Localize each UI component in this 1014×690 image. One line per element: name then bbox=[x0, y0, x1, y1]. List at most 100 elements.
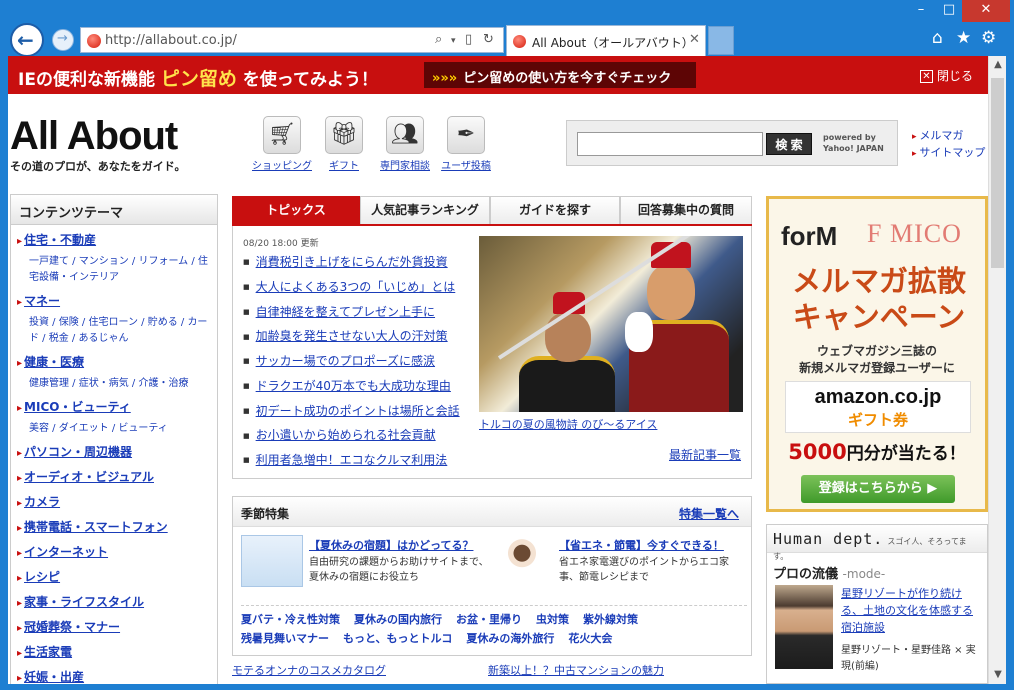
seasonal-link[interactable]: 夏休みの海外旅行 bbox=[466, 632, 554, 645]
subcategory-link[interactable]: 介護・治療 bbox=[138, 378, 188, 389]
category-link[interactable]: MICO・ビューティ bbox=[17, 399, 211, 417]
subcategory-link[interactable]: ダイエット bbox=[59, 423, 109, 434]
topic-link[interactable]: 消費税引き上げをにらんだ外貨投資 bbox=[243, 250, 460, 275]
feature-caption[interactable]: トルコの夏の風物詩 のび～るアイス bbox=[479, 416, 657, 432]
latest-articles-link[interactable]: 最新記事一覧 bbox=[669, 446, 741, 463]
seasonal-item[interactable]: 【夏休みの宿題】はかどってる？ 自由研究の課題からお助けサイトまで、夏休みの宿題… bbox=[241, 535, 491, 589]
subcategory-link[interactable]: 美容 bbox=[29, 423, 49, 434]
search-icon[interactable]: ⌕ bbox=[435, 32, 442, 47]
scroll-up-icon[interactable]: ▲ bbox=[989, 56, 1007, 74]
tab-open-questions[interactable]: 回答募集中の質問 bbox=[620, 196, 752, 224]
category-link[interactable]: マネー bbox=[17, 293, 211, 311]
subcategory-link[interactable]: マンション bbox=[79, 256, 129, 267]
category-link[interactable]: 携帯電話・スマートフォン bbox=[17, 519, 211, 537]
topic-link[interactable]: 大人によくある3つの「いじめ」とは bbox=[243, 275, 460, 300]
new-tab-button[interactable] bbox=[708, 26, 734, 55]
seasonal-link[interactable]: 花火大会 bbox=[568, 632, 612, 645]
refresh-icon[interactable]: ↻ bbox=[483, 32, 494, 47]
topics-panel: 08/20 18:00 更新 消費税引き上げをにらんだ外貨投資大人によくある3つ… bbox=[232, 226, 752, 479]
gear-icon[interactable]: ⚙ bbox=[981, 28, 996, 48]
dropdown-icon[interactable]: ▾ bbox=[451, 36, 456, 46]
register-button[interactable]: 登録はこちらから ▶ bbox=[801, 475, 955, 503]
browser-tab[interactable]: All About（オールアバウト） ✕ bbox=[506, 25, 706, 56]
article-link[interactable]: 星野リゾートが作り続ける、土地の文化を体感する宿泊施設 bbox=[841, 585, 983, 636]
tab-find-guide[interactable]: ガイドを探す bbox=[490, 196, 620, 224]
seasonal-link[interactable]: もっと、もっとトルコ bbox=[343, 632, 452, 645]
category-link[interactable]: レシピ bbox=[17, 569, 211, 587]
category-link[interactable]: 妊娠・出産 bbox=[17, 669, 211, 684]
campaign-ad[interactable]: forM F MICO メルマガ拡散 キャンペーン ウェブマガジン三誌の 新規メルマ… bbox=[766, 196, 988, 512]
topic-link[interactable]: 加齢臭を発生させない大人の汗対策 bbox=[243, 324, 460, 349]
seasonal-link[interactable]: 虫対策 bbox=[536, 613, 569, 626]
mailmag-link[interactable]: メルマガ bbox=[919, 129, 963, 142]
person-photo[interactable] bbox=[775, 585, 833, 669]
home-icon[interactable]: ⌂ bbox=[932, 28, 943, 48]
sitemap-link[interactable]: サイトマップ bbox=[919, 146, 985, 159]
subcategory-link[interactable]: リフォーム bbox=[138, 256, 188, 267]
ad-brand-mico: F MICO bbox=[867, 219, 962, 248]
tab-topics[interactable]: トピックス bbox=[232, 196, 360, 224]
shopping-link[interactable]: 🛒︎ ショッピング bbox=[250, 116, 314, 172]
category-link[interactable]: 生活家電 bbox=[17, 644, 211, 662]
category-link[interactable]: 家事・ライフスタイル bbox=[17, 594, 211, 612]
category-link[interactable]: 冠婚葬祭・マナー bbox=[17, 619, 211, 637]
seasonal-link[interactable]: 夏バテ・冷え性対策 bbox=[241, 613, 340, 626]
search-input[interactable] bbox=[577, 132, 763, 156]
category-item: 生活家電 bbox=[11, 644, 217, 662]
subcategory-link[interactable]: 住宅ローン bbox=[88, 317, 138, 328]
topic-link[interactable]: お小遣いから始められる社会貢献 bbox=[243, 423, 460, 448]
seasonal-link[interactable]: 夏休みの国内旅行 bbox=[354, 613, 442, 626]
user-post-link[interactable]: ✒ ユーザ投稿 bbox=[434, 116, 498, 172]
minimize-button[interactable]: – bbox=[906, 0, 936, 22]
topic-link[interactable]: サッカー場でのプロポーズに感涙 bbox=[243, 349, 460, 374]
topic-link[interactable]: ドラクエが40万本でも大成功な理由 bbox=[243, 374, 460, 399]
category-link[interactable]: 健康・医療 bbox=[17, 354, 211, 372]
seasonal-item[interactable]: 【省エネ・節電】今すぐできる！ 省エネ家電選びのポイントからエコ家事、節電レシピ… bbox=[491, 535, 741, 589]
star-icon[interactable]: ★ bbox=[956, 28, 971, 48]
human-dept-logo[interactable]: Human dept. bbox=[773, 530, 883, 548]
promo-close-button[interactable]: ✕ 閉じる bbox=[920, 67, 973, 84]
site-logo[interactable]: All About その道のプロが、あなたをガイド。 bbox=[10, 116, 186, 174]
expert-consult-link[interactable]: 👥︎ 専門家相談 bbox=[373, 116, 437, 172]
subcategory-link[interactable]: あるじゃん bbox=[78, 333, 128, 344]
category-link[interactable]: インターネット bbox=[17, 544, 211, 562]
subcategory-link[interactable]: 保険 bbox=[59, 317, 79, 328]
seasonal-link[interactable]: 紫外線対策 bbox=[583, 613, 638, 626]
back-button[interactable]: ← bbox=[10, 23, 44, 57]
subcategory-link[interactable]: 症状・病気 bbox=[79, 378, 129, 389]
topic-link[interactable]: 初デート成功のポイントは場所と会話 bbox=[243, 399, 460, 424]
ie-promo-bar: IEの便利な新機能 ピン留め を使ってみよう！ »»» ピン留めの使い方を今すぐチ… bbox=[8, 56, 988, 94]
address-bar[interactable]: http://allabout.co.jp/ ⌕ ▾ ▯ ↻ bbox=[80, 27, 504, 53]
close-window-button[interactable]: ✕ bbox=[962, 0, 1010, 22]
promo-cta-button[interactable]: »»» ピン留めの使い方を今すぐチェック bbox=[424, 62, 696, 88]
subcategory-link[interactable]: 投資 bbox=[29, 317, 49, 328]
subcategory-link[interactable]: 貯める bbox=[148, 317, 178, 328]
vertical-scrollbar[interactable]: ▲ ▼ bbox=[988, 56, 1006, 684]
subcategory-link[interactable]: ビューティ bbox=[118, 423, 167, 434]
scroll-down-icon[interactable]: ▼ bbox=[989, 666, 1007, 684]
category-link[interactable]: カメラ bbox=[17, 494, 211, 512]
close-icon: ✕ bbox=[920, 70, 933, 83]
category-link[interactable]: 住宅・不動産 bbox=[17, 232, 211, 250]
seasonal-link[interactable]: 残暑見舞いマナー bbox=[241, 632, 329, 645]
topic-link[interactable]: 自律神経を整えてプレゼン上手に bbox=[243, 300, 460, 325]
seasonal-link[interactable]: お盆・里帰り bbox=[456, 613, 522, 626]
search-button[interactable]: 検 索 bbox=[766, 133, 812, 155]
address-text[interactable]: http://allabout.co.jp/ bbox=[105, 33, 237, 48]
maximize-button[interactable]: □ bbox=[936, 0, 962, 22]
topic-link[interactable]: 利用者急増中！エコなクルマ利用法 bbox=[243, 448, 460, 473]
subcategory-link[interactable]: 税金 bbox=[49, 333, 69, 344]
bottom-link[interactable]: モテるオンナのコスメカタログ bbox=[232, 662, 386, 678]
feature-image[interactable] bbox=[479, 236, 743, 412]
subcategory-link[interactable]: 一戸建て bbox=[29, 256, 69, 267]
scroll-thumb[interactable] bbox=[991, 78, 1004, 268]
category-link[interactable]: オーディオ・ビジュアル bbox=[17, 469, 211, 487]
feature-list-link[interactable]: 特集一覧へ bbox=[679, 505, 739, 522]
gift-link[interactable]: 🎁︎ ギフト bbox=[312, 116, 376, 172]
tab-close-icon[interactable]: ✕ bbox=[689, 32, 700, 47]
category-link[interactable]: パソコン・周辺機器 bbox=[17, 444, 211, 462]
subcategory-link[interactable]: 健康管理 bbox=[29, 378, 69, 389]
forward-button[interactable]: → bbox=[52, 29, 74, 51]
bottom-link[interactable]: 新築以上！？中古マンションの魅力 bbox=[488, 662, 664, 678]
tab-ranking[interactable]: 人気記事ランキング bbox=[360, 196, 490, 224]
